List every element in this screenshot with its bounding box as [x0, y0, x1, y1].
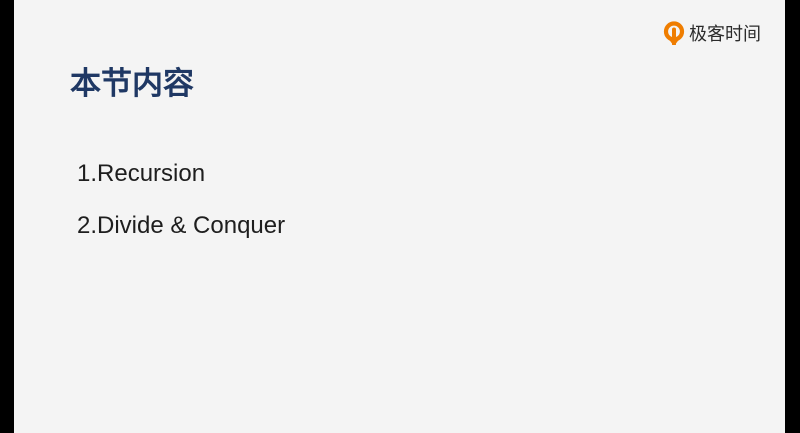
- outline-item-divide-and-conquer: 2.Divide & Conquer: [77, 212, 286, 239]
- geektime-logo-icon: [663, 21, 685, 45]
- brand-logo: 极客时间: [663, 20, 761, 46]
- slide-title: 本节内容: [70, 66, 194, 102]
- video-frame: 极客时间 本节内容 1.Recursion 2.Divide & Conquer: [0, 0, 800, 433]
- slide: 极客时间 本节内容 1.Recursion 2.Divide & Conquer: [14, 0, 785, 433]
- brand-name: 极客时间: [689, 24, 761, 45]
- outline-list: 1.Recursion 2.Divide & Conquer: [77, 148, 285, 252]
- outline-item-recursion: 1.Recursion: [77, 160, 206, 187]
